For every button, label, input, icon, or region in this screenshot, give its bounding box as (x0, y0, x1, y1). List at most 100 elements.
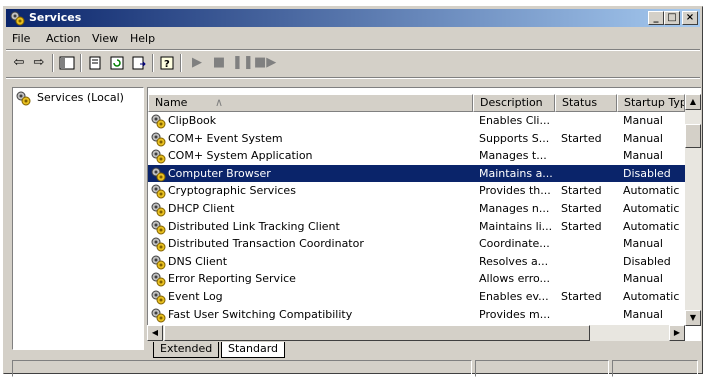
table-row[interactable]: DHCP Client Manages n... Started Automatic (148, 200, 686, 217)
toolbar-separator (52, 54, 54, 72)
minimize-button[interactable]: _ (648, 11, 664, 25)
service-gear-icon (151, 167, 166, 182)
service-gear-icon (151, 290, 166, 305)
tab-standard[interactable]: Standard (221, 342, 286, 358)
service-startup-type: Automatic (623, 202, 680, 215)
console-tree: Services (Local) (12, 87, 144, 350)
service-name: COM+ System Application (168, 149, 313, 163)
service-gear-icon (151, 114, 166, 129)
scroll-thumb[interactable] (685, 124, 701, 148)
service-name: DHCP Client (168, 202, 235, 215)
service-description: Provides m... (479, 307, 551, 321)
service-gear-icon (151, 184, 166, 199)
service-startup-type: Automatic (623, 184, 680, 198)
service-startup-type: Automatic (623, 290, 680, 303)
horizontal-scrollbar[interactable]: ◀ ▶ (147, 325, 685, 341)
table-row[interactable]: DNS Client Resolves a... Disabled (148, 253, 686, 270)
tree-node-label: Services (Local) (37, 91, 124, 104)
column-header-name[interactable]: Name ∧ (148, 94, 473, 112)
service-status: Started (561, 131, 602, 145)
toolbar-separator (180, 54, 182, 72)
service-gear-icon (151, 202, 166, 217)
close-button[interactable]: × (682, 11, 698, 25)
toolbar: ⇦ ⇨ ? ▶ ■ ❚❚ ■▶ (6, 51, 700, 75)
service-name: Error Reporting Service (168, 272, 296, 286)
table-row[interactable]: Distributed Transaction Coordinator Coord… (148, 235, 686, 252)
scroll-left-arrow-icon[interactable]: ◀ (147, 325, 163, 341)
export-list-icon[interactable] (130, 54, 148, 72)
service-gear-icon (151, 132, 166, 147)
service-gear-icon (151, 255, 166, 270)
restart-service-icon[interactable]: ■▶ (254, 54, 276, 72)
service-name: Distributed Transaction Coordinator (168, 237, 364, 251)
service-startup-type: Manual (623, 131, 663, 145)
toolbar-separator (80, 54, 82, 72)
refresh-icon[interactable] (108, 54, 126, 72)
column-header-startup-type[interactable]: Startup Typ (617, 94, 685, 112)
menu-action[interactable]: Action (46, 32, 80, 45)
status-pane-2 (475, 360, 609, 377)
service-name: DNS Client (168, 254, 228, 268)
service-status: Started (561, 290, 602, 303)
services-gear-icon (10, 11, 25, 26)
service-description: Enables Cli... (479, 114, 550, 127)
service-description: Manages n... (479, 202, 550, 215)
forward-icon[interactable]: ⇨ (30, 54, 48, 72)
service-description: Supports S... (479, 131, 550, 145)
table-row[interactable]: Cryptographic Services Provides th... Star… (148, 182, 686, 199)
service-startup-type: Manual (623, 272, 663, 286)
table-row[interactable]: Fast User Switching Compatibility Provide… (148, 306, 686, 323)
service-startup-type: Manual (623, 237, 663, 251)
service-gear-icon (151, 308, 166, 323)
column-header-status[interactable]: Status (555, 94, 617, 112)
table-row[interactable]: Event Log Enables ev... Started Automatic (148, 288, 686, 305)
table-row[interactable]: ClipBook Enables Cli... Manual (148, 112, 686, 129)
service-description: Allows erro... (479, 272, 550, 286)
start-service-icon[interactable]: ▶ (188, 54, 206, 72)
service-startup-type: Manual (623, 307, 663, 321)
back-icon[interactable]: ⇦ (10, 54, 28, 72)
services-gear-icon (16, 91, 31, 106)
table-row[interactable]: Computer Browser Maintains a... Disabled (148, 164, 686, 182)
title-bar[interactable]: Services _ □ × (6, 9, 700, 27)
table-row[interactable]: Distributed Link Tracking Client Maintain… (148, 218, 686, 235)
service-status: Started (561, 202, 602, 215)
table-row[interactable]: COM+ System Application Manages t... Manua… (148, 147, 686, 164)
properties-icon[interactable] (86, 54, 104, 72)
stop-service-icon[interactable]: ■ (210, 54, 228, 72)
service-startup-type: Manual (623, 149, 663, 163)
service-startup-type: Disabled (623, 166, 671, 180)
status-pane-main (12, 360, 472, 377)
service-name: Fast User Switching Compatibility (168, 307, 353, 321)
service-description: Coordinate... (479, 237, 550, 251)
service-name: COM+ Event System (168, 131, 283, 145)
service-gear-icon (151, 237, 166, 252)
menu-help[interactable]: Help (130, 32, 155, 45)
show-hide-tree-icon[interactable] (58, 54, 76, 72)
service-status: Started (561, 184, 602, 198)
vertical-scrollbar[interactable]: ▲ ▼ (685, 94, 701, 326)
service-name: Computer Browser (168, 166, 271, 180)
service-description: Manages t... (479, 149, 547, 163)
pause-service-icon[interactable]: ❚❚ (232, 54, 254, 72)
toolbar-separator (152, 54, 154, 72)
services-window: Services _ □ × File Action View Help ⇦ ⇨… (3, 6, 703, 377)
tab-extended[interactable]: Extended (153, 342, 220, 358)
service-description: Maintains a... (479, 166, 553, 180)
scroll-down-arrow-icon[interactable]: ▼ (685, 310, 701, 326)
service-description: Maintains li... (479, 219, 553, 233)
help-icon[interactable]: ? (158, 54, 176, 72)
sort-ascending-icon: ∧ (215, 96, 224, 109)
column-header-description[interactable]: Description (473, 94, 555, 112)
table-row[interactable]: Error Reporting Service Allows erro... Man… (148, 270, 686, 287)
menu-file[interactable]: File (12, 32, 30, 45)
scroll-right-arrow-icon[interactable]: ▶ (669, 325, 685, 341)
service-name: Distributed Link Tracking Client (168, 219, 340, 233)
maximize-button[interactable]: □ (664, 11, 680, 25)
service-name: Event Log (168, 290, 223, 303)
scroll-up-arrow-icon[interactable]: ▲ (685, 94, 701, 110)
horizontal-scroll-thumb[interactable] (164, 325, 590, 341)
menu-view[interactable]: View (92, 32, 118, 45)
table-row[interactable]: COM+ Event System Supports S... Started Man… (148, 130, 686, 147)
service-name: ClipBook (168, 114, 217, 127)
